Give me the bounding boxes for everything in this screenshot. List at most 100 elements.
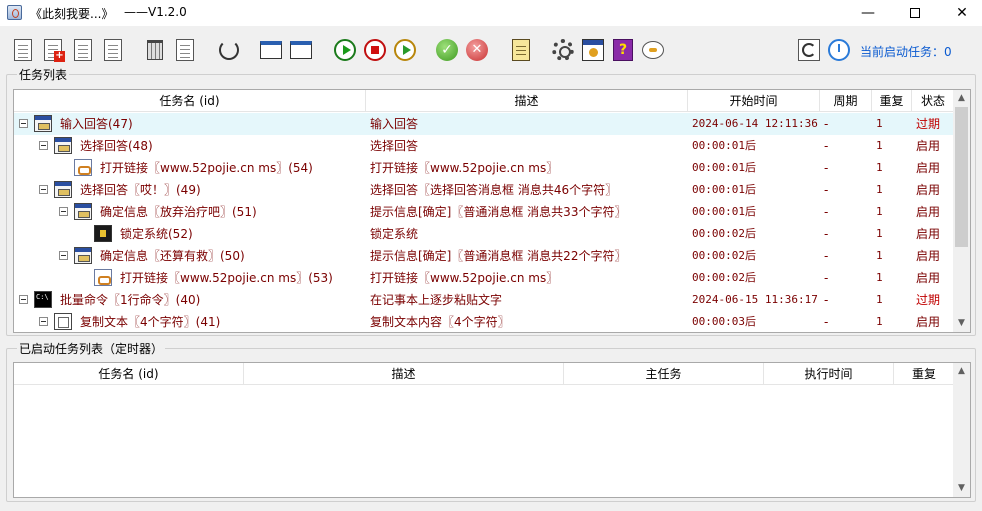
scroll-up-icon[interactable]: ▲ bbox=[953, 90, 970, 107]
col-header-start[interactable]: 开始时间 bbox=[688, 90, 820, 112]
new-list-button[interactable] bbox=[10, 37, 36, 63]
refresh-icon bbox=[798, 39, 820, 61]
edit-document-icon bbox=[104, 39, 122, 61]
maximize-icon bbox=[910, 8, 920, 18]
task-start: 00:00:01后 bbox=[692, 205, 756, 218]
task-name: 选择回答(48) bbox=[80, 139, 153, 153]
timer-list-header: 任务名 (id) 描述 主任务 执行时间 重复 bbox=[14, 363, 954, 385]
application-icon bbox=[582, 39, 604, 61]
clear-button[interactable] bbox=[172, 37, 198, 63]
timer-col-header-name[interactable]: 任务名 (id) bbox=[14, 363, 244, 385]
timer-list-view[interactable]: 任务名 (id) 描述 主任务 执行时间 重复 ▲ ▼ bbox=[13, 362, 971, 498]
enable-button[interactable]: ✓ bbox=[434, 37, 460, 63]
copy-task-button[interactable] bbox=[70, 37, 96, 63]
table-row[interactable]: 打开链接〖www.52pojie.cn ms〗(54) 打开链接〖www.52p… bbox=[14, 157, 954, 179]
table-row[interactable]: 选择回答(48) 选择回答 00:00:01后 - 1 启用 bbox=[14, 135, 954, 157]
resume-button[interactable] bbox=[392, 37, 418, 63]
table-row[interactable]: 确定信息〖放弃治疗吧〗(51) 提示信息[确定]〖普通消息框 消息共33个字符〗… bbox=[14, 201, 954, 223]
window-version: ——V1.2.0 bbox=[124, 5, 187, 19]
active-task-count: 当前启动任务：0 bbox=[860, 45, 952, 59]
task-start: 00:00:02后 bbox=[692, 271, 756, 284]
task-list-group: 任务列表 任务名 (id) 描述 开始时间 周期 重复 状态 输入回答(47) … bbox=[6, 66, 976, 336]
maximize-button[interactable] bbox=[892, 0, 938, 26]
task-period: - bbox=[824, 161, 829, 175]
task-start: 2024-06-15 11:36:17 bbox=[692, 293, 818, 306]
scroll-up-icon[interactable]: ▲ bbox=[953, 363, 970, 380]
task-repeat: 1 bbox=[876, 227, 883, 240]
task-period: - bbox=[824, 293, 829, 307]
start-button[interactable] bbox=[332, 37, 358, 63]
copy-document-icon bbox=[74, 39, 92, 61]
play-icon bbox=[334, 39, 356, 61]
task-period: - bbox=[824, 227, 829, 241]
task-start: 00:00:01后 bbox=[692, 161, 756, 174]
task-repeat: 1 bbox=[876, 139, 883, 152]
window-small-icon bbox=[260, 41, 282, 59]
col-header-desc[interactable]: 描述 bbox=[366, 90, 688, 112]
task-start: 00:00:01后 bbox=[692, 183, 756, 196]
task-period: - bbox=[824, 183, 829, 197]
help-button[interactable]: ? bbox=[610, 37, 636, 63]
add-document-icon: + bbox=[44, 39, 65, 62]
task-desc: 锁定系统 bbox=[370, 227, 419, 241]
close-button[interactable]: ✕ bbox=[939, 0, 982, 26]
task-status: 启用 bbox=[916, 315, 941, 329]
disable-button[interactable]: ✕ bbox=[464, 37, 490, 63]
task-start: 00:00:02后 bbox=[692, 249, 756, 262]
task-desc: 复制文本内容〖4个字符〗 bbox=[370, 315, 510, 329]
task-name: 批量命令〖1行命令〗(40) bbox=[60, 293, 201, 307]
task-status: 启用 bbox=[916, 271, 941, 285]
task-list-scrollbar[interactable]: ▲ ▼ bbox=[953, 90, 970, 332]
stop-button[interactable] bbox=[362, 37, 388, 63]
task-start: 00:00:02后 bbox=[692, 227, 756, 240]
help-icon: ? bbox=[613, 39, 633, 61]
notepad-icon bbox=[512, 39, 530, 61]
scroll-down-icon[interactable]: ▼ bbox=[953, 315, 970, 332]
timer-col-header-desc[interactable]: 描述 bbox=[244, 363, 564, 385]
table-row[interactable]: 输入回答(47) 输入回答 2024-06-14 12:11:36 - 1 过期 bbox=[14, 113, 954, 135]
task-name: 选择回答〖哎！〗(49) bbox=[80, 183, 201, 197]
refresh-timer-button[interactable] bbox=[796, 37, 822, 63]
task-name: 输入回答(47) bbox=[60, 117, 133, 131]
task-desc: 提示信息[确定]〖普通消息框 消息共33个字符〗 bbox=[370, 205, 627, 219]
timer-button[interactable] bbox=[826, 37, 852, 63]
minimize-button[interactable]: — bbox=[845, 0, 891, 26]
task-status: 启用 bbox=[916, 227, 941, 241]
delete-task-button[interactable] bbox=[142, 37, 168, 63]
table-row[interactable]: 锁定系统(52) 锁定系统 00:00:02后 - 1 启用 bbox=[14, 223, 954, 245]
task-desc: 打开链接〖www.52pojie.cn ms〗 bbox=[370, 161, 559, 175]
task-rows: 输入回答(47) 输入回答 2024-06-14 12:11:36 - 1 过期… bbox=[14, 113, 954, 332]
cross-icon: ✕ bbox=[466, 39, 488, 61]
task-list-title: 任务列表 bbox=[17, 66, 70, 83]
scroll-down-icon[interactable]: ▼ bbox=[953, 480, 970, 497]
col-header-repeat[interactable]: 重复 bbox=[872, 90, 912, 112]
task-start: 00:00:01后 bbox=[692, 139, 756, 152]
col-header-name[interactable]: 任务名 (id) bbox=[14, 90, 366, 112]
task-status: 启用 bbox=[916, 183, 941, 197]
task-period: - bbox=[824, 271, 829, 285]
add-task-button[interactable]: + bbox=[40, 37, 66, 63]
reload-button[interactable] bbox=[216, 37, 242, 63]
settings-button[interactable] bbox=[550, 37, 576, 63]
task-period: - bbox=[824, 117, 829, 131]
table-row[interactable]: 复制文本〖4个字符〗(41) 复制文本内容〖4个字符〗 00:00:03后 - … bbox=[14, 311, 954, 332]
feedback-button[interactable] bbox=[640, 37, 666, 63]
table-row[interactable]: 打开链接〖www.52pojie.cn ms〗(53) 打开链接〖www.52p… bbox=[14, 267, 954, 289]
task-status: 过期 bbox=[916, 293, 941, 307]
scroll-thumb[interactable] bbox=[955, 107, 968, 247]
timer-col-header-main[interactable]: 主任务 bbox=[564, 363, 764, 385]
timer-list-scrollbar[interactable]: ▲ ▼ bbox=[953, 363, 970, 497]
table-row[interactable]: 选择回答〖哎！〗(49) 选择回答〖选择回答消息框 消息共46个字符〗 00:0… bbox=[14, 179, 954, 201]
task-list-view[interactable]: 任务名 (id) 描述 开始时间 周期 重复 状态 输入回答(47) 输入回答 … bbox=[13, 89, 971, 333]
table-row[interactable]: 确定信息〖还算有救〗(50) 提示信息[确定]〖普通消息框 消息共22个字符〗 … bbox=[14, 245, 954, 267]
app-button[interactable] bbox=[580, 37, 606, 63]
col-header-period[interactable]: 周期 bbox=[820, 90, 872, 112]
table-row[interactable]: C:\ 批量命令〖1行命令〗(40) 在记事本上逐步粘贴文字 2024-06-1… bbox=[14, 289, 954, 311]
window-full-button[interactable] bbox=[288, 37, 314, 63]
window-mode-button[interactable] bbox=[258, 37, 284, 63]
edit-task-button[interactable] bbox=[100, 37, 126, 63]
notes-button[interactable] bbox=[508, 37, 534, 63]
timer-col-header-repeat[interactable]: 重复 bbox=[894, 363, 954, 385]
col-header-status[interactable]: 状态 bbox=[912, 90, 954, 112]
timer-col-header-exec[interactable]: 执行时间 bbox=[764, 363, 894, 385]
